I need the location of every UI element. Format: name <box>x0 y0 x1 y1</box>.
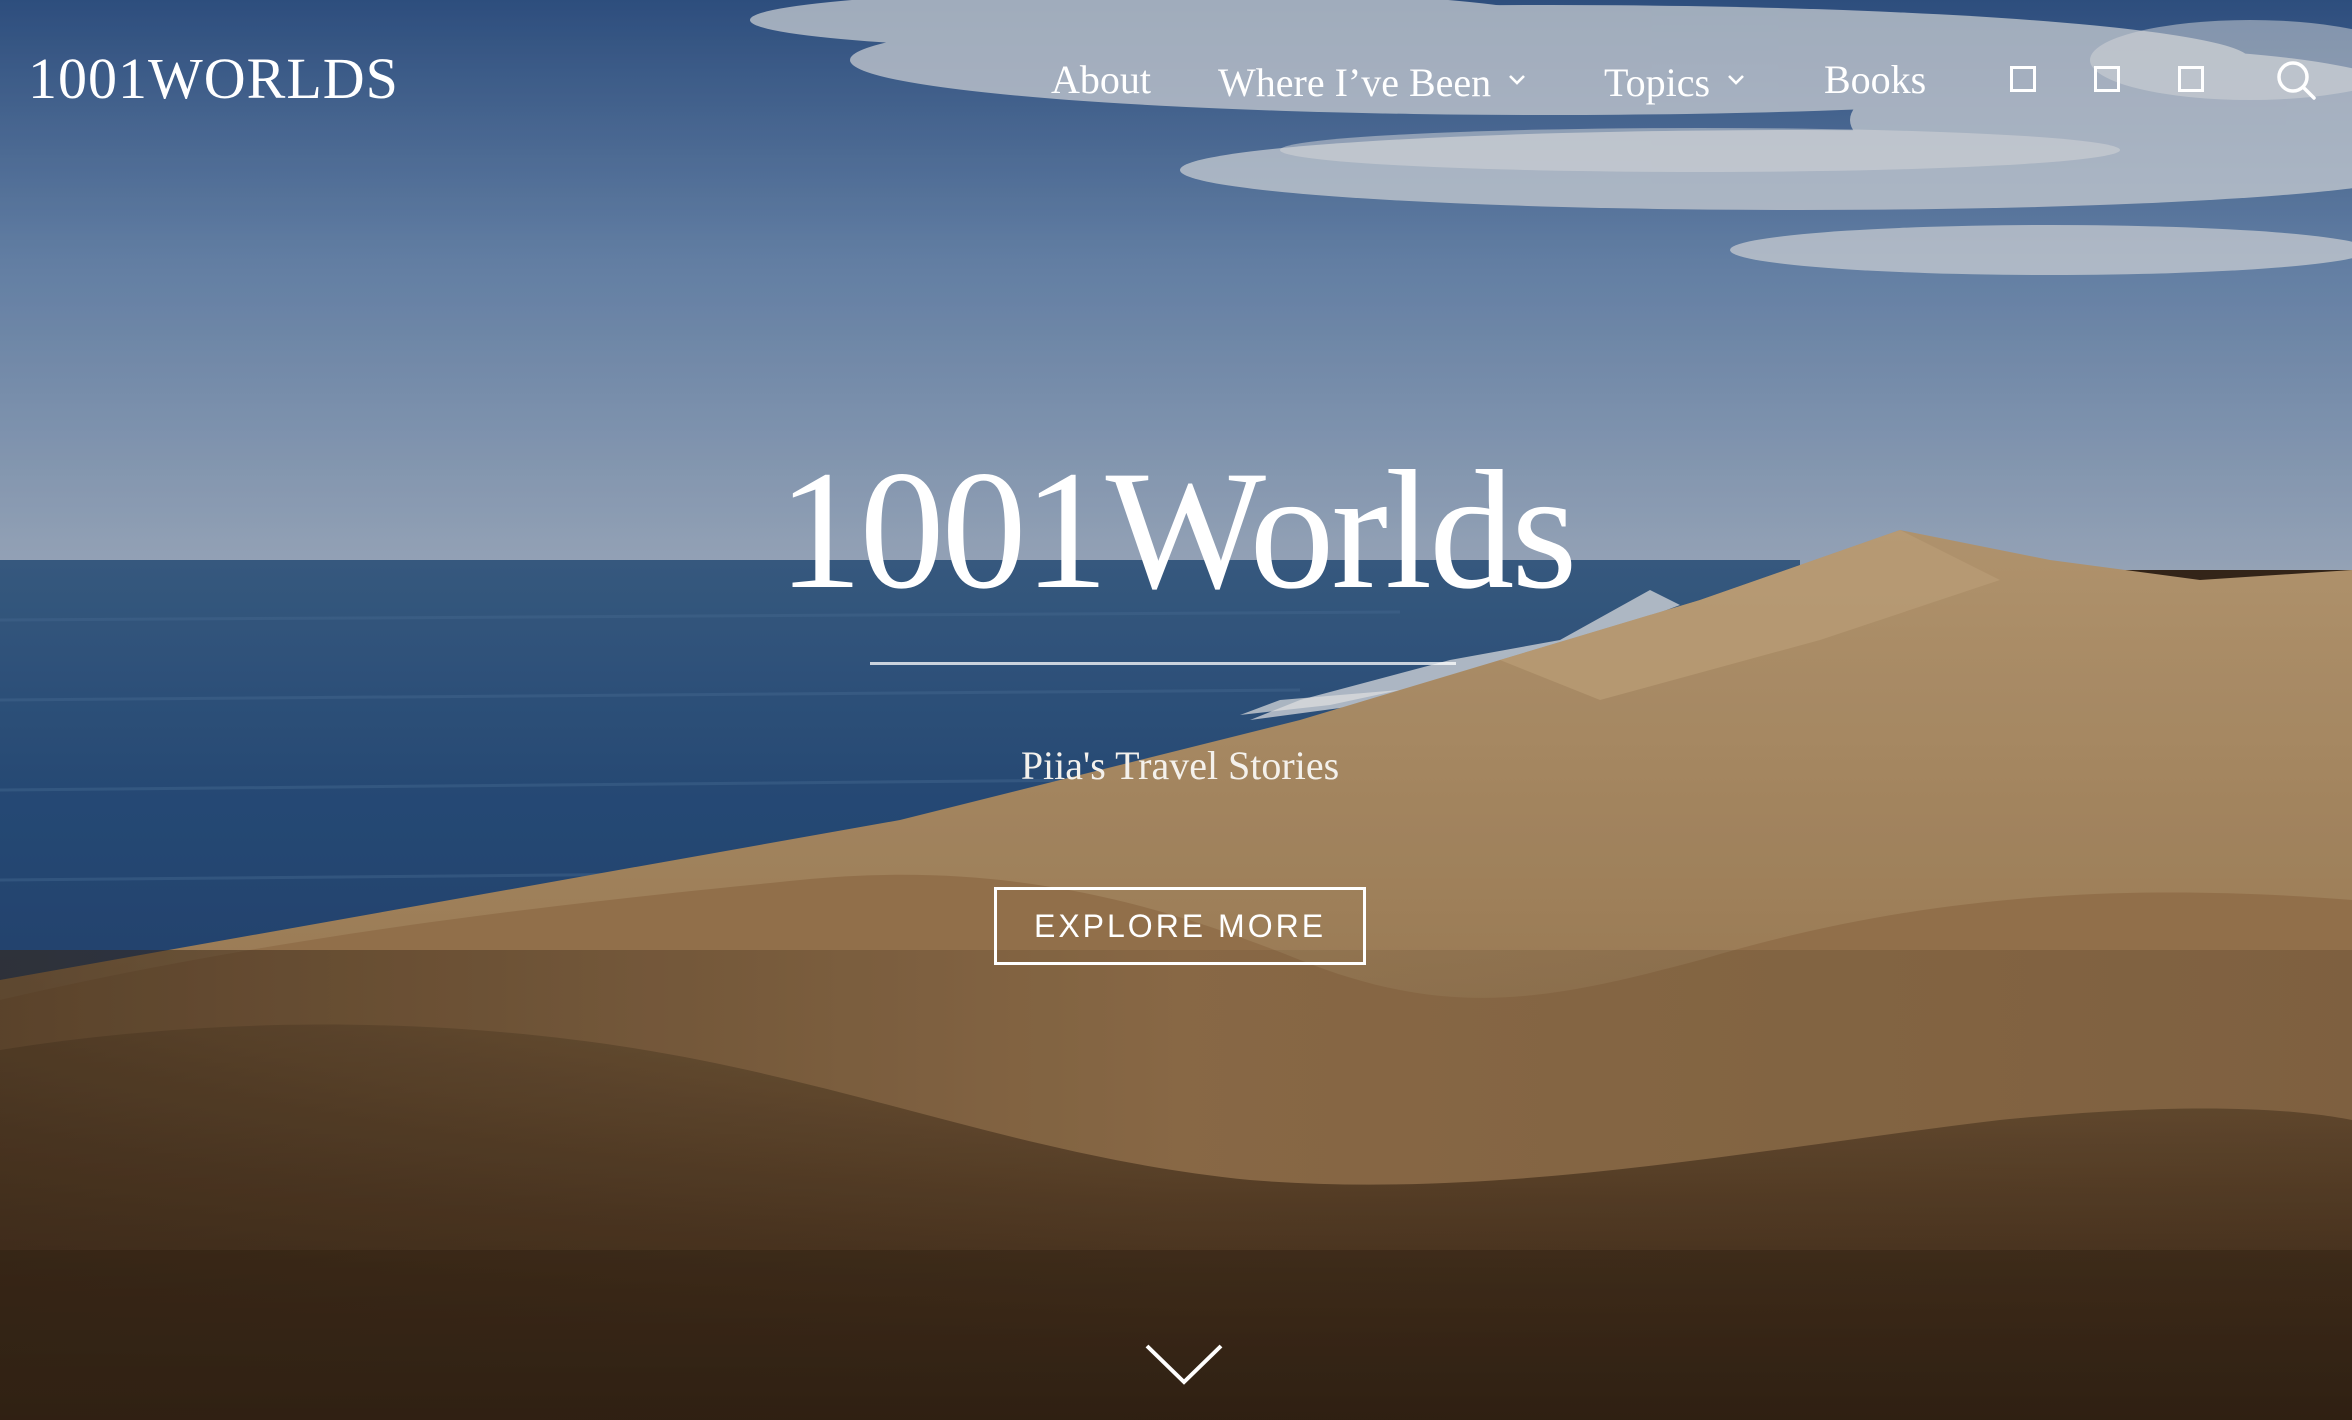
nav-item-about[interactable]: About <box>1051 52 1151 108</box>
chevron-down-icon[interactable] <box>1143 1340 1225 1390</box>
square-icon <box>2010 66 2036 92</box>
hero-tagline: Piia's Travel Stories <box>1020 743 1340 788</box>
main-nav: About Where I’ve Been Topics Books <box>0 52 2352 112</box>
nav-item-label: About <box>1051 57 1151 102</box>
hero-divider <box>870 662 1456 665</box>
social-link-1[interactable] <box>2008 64 2036 92</box>
nav-item-topics[interactable]: Topics <box>1604 55 1746 111</box>
nav-item-books[interactable]: Books <box>1824 52 1926 108</box>
explore-more-button[interactable]: EXPLORE MORE <box>994 887 1366 965</box>
nav-item-label: Topics <box>1604 60 1711 105</box>
chevron-down-icon <box>1509 75 1526 85</box>
chevron-down-icon <box>1728 75 1744 85</box>
square-icon <box>2094 66 2120 92</box>
social-link-3[interactable] <box>2176 64 2204 92</box>
nav-item-label: Where I’ve Been <box>1218 60 1492 105</box>
nav-item-where-ive-been[interactable]: Where I’ve Been <box>1218 55 1527 111</box>
search-icon[interactable] <box>2274 58 2318 102</box>
explore-more-label: EXPLORE MORE <box>1033 907 1327 944</box>
hero-section: 1001WORLDS About Where I’ve Been Topics … <box>0 0 2352 1420</box>
hero-title: 1001Worlds <box>777 436 1578 624</box>
social-link-2[interactable] <box>2092 64 2120 92</box>
nav-item-label: Books <box>1824 57 1927 102</box>
hero-overlay <box>0 0 2352 1420</box>
square-icon <box>2178 66 2204 92</box>
